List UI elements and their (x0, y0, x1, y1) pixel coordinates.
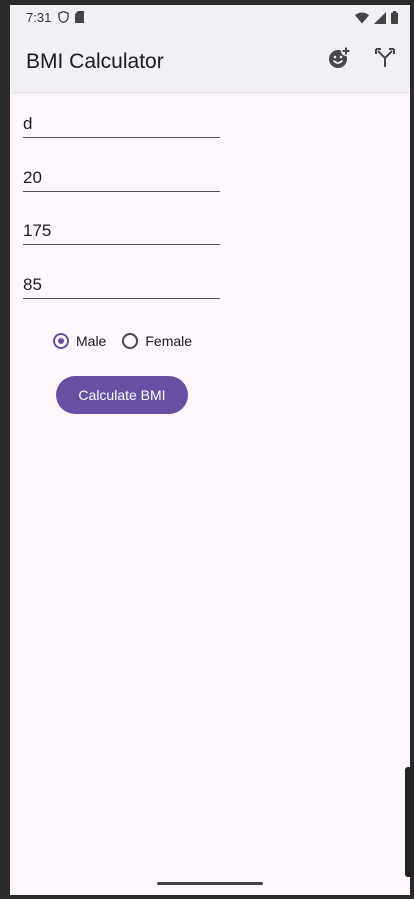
status-time: 7:31 (26, 10, 52, 25)
signal-icon (374, 11, 386, 27)
merge-icon (374, 47, 396, 74)
height-input[interactable] (23, 221, 213, 241)
sd-card-icon (75, 11, 84, 26)
weight-input[interactable] (23, 275, 213, 295)
text-field-1 (23, 107, 220, 138)
radio-label-male: Male (76, 333, 107, 349)
name-input[interactable] (23, 114, 213, 134)
wifi-icon (355, 12, 369, 27)
status-left-icons (58, 10, 84, 26)
top-app-bar: BMI Calculator (10, 30, 410, 92)
age-input[interactable] (23, 168, 213, 188)
text-field-2 (23, 161, 220, 192)
device-frame: 7:31 BMI Calculator d 20 175 85 Male Fem… (0, 0, 414, 899)
radio-button-checked[interactable] (53, 333, 69, 349)
merge-button[interactable] (372, 47, 398, 73)
add-reaction-icon (327, 45, 351, 75)
radio-button-unchecked[interactable] (122, 333, 139, 349)
status-bar: 7:31 (10, 5, 410, 30)
radio-label-female: Female (145, 333, 193, 349)
gesture-nav-handle[interactable] (157, 882, 263, 885)
edge-panel-tab[interactable] (405, 767, 414, 877)
battery-icon (391, 11, 398, 27)
text-field-4 (23, 268, 220, 299)
app-screen: 7:31 BMI Calculator d 20 175 85 Male Fem… (10, 5, 410, 895)
add-reaction-button[interactable] (326, 45, 352, 75)
shield-icon (58, 10, 69, 26)
page-title: BMI Calculator (26, 50, 164, 73)
calculate-bmi-button[interactable]: Calculate BMI (56, 376, 188, 414)
text-field-3 (23, 214, 220, 245)
status-right-icons (355, 11, 398, 27)
radio-female[interactable]: Female (122, 333, 192, 349)
gender-radio-group: Male Female (53, 333, 192, 349)
app-bar-actions (326, 45, 398, 75)
radio-male[interactable]: Male (53, 333, 106, 349)
